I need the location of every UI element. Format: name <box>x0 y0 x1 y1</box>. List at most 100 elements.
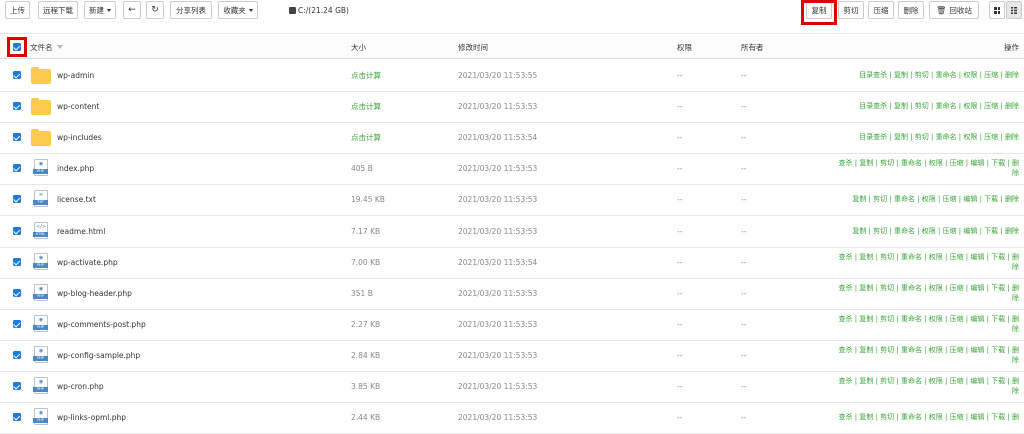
share-list-button[interactable]: 分享列表 <box>170 1 212 19</box>
row-actions-line1[interactable]: 查杀 | 复制 | 剪切 | 重命名 | 权限 | 压缩 | 编辑 | 下载 |… <box>839 412 1019 422</box>
file-perm-text: -- <box>677 195 683 204</box>
row-actions-line2[interactable]: 除 <box>839 324 1019 334</box>
row-actions[interactable]: 查杀 | 复制 | 剪切 | 重命名 | 权限 | 压缩 | 编辑 | 下载 |… <box>839 314 1019 334</box>
row-actions-line1[interactable]: 查杀 | 复制 | 剪切 | 重命名 | 权限 | 压缩 | 编辑 | 下载 |… <box>839 345 1019 355</box>
header-name-label: 文件名 <box>30 42 53 52</box>
table-row[interactable]: ◉ PHP wp-links-opml.php 2.44 KB 2021/03/20 1… <box>0 402 1024 434</box>
file-name[interactable]: wp-config-sample.php <box>57 340 140 371</box>
caret-down-icon <box>248 8 253 12</box>
row-actions[interactable]: 查杀 | 复制 | 剪切 | 重命名 | 权限 | 压缩 | 编辑 | 下载 |… <box>839 345 1019 365</box>
header-size[interactable]: 大小 <box>351 36 366 58</box>
table-row[interactable]: ◉ PHP wp-config-sample.php 2.84 KB 2021/03/2… <box>0 340 1024 372</box>
recycle-bin-button[interactable]: 🗑 回收站 <box>929 1 979 19</box>
row-actions-line2[interactable]: 除 <box>839 168 1019 178</box>
row-actions[interactable]: 复制 | 剪切 | 重命名 | 权限 | 压缩 | 编辑 | 下载 | 删除 <box>852 226 1019 236</box>
row-actions-line1[interactable]: 查杀 | 复制 | 剪切 | 重命名 | 权限 | 压缩 | 编辑 | 下载 |… <box>839 314 1019 324</box>
new-dropdown-button[interactable]: 新建 <box>84 1 116 19</box>
file-name[interactable]: license.txt <box>57 184 96 215</box>
file-size[interactable]: 点击计算 <box>351 122 381 153</box>
table-row[interactable]: wp-includes 点击计算 2021/03/20 11:53:54 -- -- 目录… <box>0 122 1024 154</box>
row-checkbox[interactable] <box>13 258 21 266</box>
row-actions[interactable]: 目录查杀 | 复制 | 剪切 | 重命名 | 权限 | 压缩 | 删除 <box>859 70 1019 80</box>
row-actions-line1[interactable]: 查杀 | 复制 | 剪切 | 重命名 | 权限 | 压缩 | 编辑 | 下载 |… <box>839 283 1019 293</box>
header-mtime[interactable]: 修改时间 <box>458 36 488 58</box>
row-actions-line1[interactable]: 查杀 | 复制 | 剪切 | 重命名 | 权限 | 压缩 | 编辑 | 下载 |… <box>839 376 1019 386</box>
refresh-button[interactable]: ↻ <box>146 1 164 19</box>
row-checkbox[interactable] <box>13 320 21 328</box>
table-row[interactable]: wp-content 点击计算 2021/03/20 11:53:53 -- -- 目录查… <box>0 91 1024 123</box>
row-actions[interactable]: 查杀 | 复制 | 剪切 | 重命名 | 权限 | 压缩 | 编辑 | 下载 |… <box>839 283 1019 303</box>
row-actions-line1[interactable]: 目录查杀 | 复制 | 剪切 | 重命名 | 权限 | 压缩 | 删除 <box>859 70 1019 80</box>
file-name[interactable]: wp-links-opml.php <box>57 402 126 433</box>
table-row[interactable]: ◉ PHP wp-cron.php 3.85 KB 2021/03/20 11:53:5… <box>0 371 1024 403</box>
row-actions-line2[interactable]: 除 <box>839 355 1019 365</box>
list-view-button[interactable] <box>1006 1 1022 19</box>
row-checkbox[interactable] <box>13 227 21 235</box>
grid-view-button[interactable] <box>989 1 1005 19</box>
row-checkbox[interactable] <box>13 351 21 359</box>
table-row[interactable]: ◉ PHP wp-activate.php 7.00 KB 2021/03/20 11:… <box>0 247 1024 279</box>
row-actions[interactable]: 查杀 | 复制 | 剪切 | 重命名 | 权限 | 压缩 | 编辑 | 下载 |… <box>839 252 1019 272</box>
table-row[interactable]: ◉ PHP index.php 405 B 2021/03/20 11:53:53 -- -… <box>0 153 1024 185</box>
favorites-dropdown-button[interactable]: 收藏夹 <box>218 1 258 19</box>
table-row[interactable]: </> HTML readme.html 7.17 KB 2021/03/20 11:5… <box>0 216 1024 248</box>
row-actions[interactable]: 目录查杀 | 复制 | 剪切 | 重命名 | 权限 | 压缩 | 删除 <box>859 101 1019 111</box>
row-actions-line1[interactable]: 复制 | 剪切 | 重命名 | 权限 | 压缩 | 编辑 | 下载 | 删除 <box>852 226 1019 236</box>
row-actions-line2[interactable]: 除 <box>839 262 1019 272</box>
file-php-icon: ◉ PHP <box>33 284 48 301</box>
row-checkbox[interactable] <box>13 195 21 203</box>
row-checkbox[interactable] <box>13 133 21 141</box>
row-checkbox[interactable] <box>13 102 21 110</box>
row-checkbox[interactable] <box>13 289 21 297</box>
row-checkbox[interactable] <box>13 382 21 390</box>
file-size[interactable]: 点击计算 <box>351 91 381 122</box>
row-actions-line1[interactable]: 查杀 | 复制 | 剪切 | 重命名 | 权限 | 压缩 | 编辑 | 下载 |… <box>839 252 1019 262</box>
row-actions[interactable]: 查杀 | 复制 | 剪切 | 重命名 | 权限 | 压缩 | 编辑 | 下载 |… <box>839 376 1019 396</box>
file-name[interactable]: wp-admin <box>57 60 94 91</box>
file-name[interactable]: readme.html <box>57 216 105 247</box>
row-actions-line1[interactable]: 复制 | 剪切 | 重命名 | 权限 | 压缩 | 编辑 | 下载 | 删除 <box>852 194 1019 204</box>
file-mtime-text: 2021/03/20 11:53:53 <box>458 102 538 111</box>
row-actions-line1[interactable]: 查杀 | 复制 | 剪切 | 重命名 | 权限 | 压缩 | 编辑 | 下载 |… <box>839 158 1019 168</box>
table-row[interactable]: ◉ PHP wp-comments-post.php 2.27 KB 2021/03/2… <box>0 309 1024 341</box>
file-name[interactable]: wp-cron.php <box>57 371 104 402</box>
row-checkbox[interactable] <box>13 413 21 421</box>
row-actions-line1[interactable]: 目录查杀 | 复制 | 剪切 | 重命名 | 权限 | 压缩 | 删除 <box>859 101 1019 111</box>
file-name[interactable]: wp-blog-header.php <box>57 278 132 309</box>
row-actions[interactable]: 目录查杀 | 复制 | 剪切 | 重命名 | 权限 | 压缩 | 删除 <box>859 132 1019 142</box>
file-mtime-text: 2021/03/20 11:53:55 <box>458 71 538 80</box>
header-ops-label: 操作 <box>1004 42 1019 52</box>
file-size[interactable]: 点击计算 <box>351 60 381 91</box>
upload-button[interactable]: 上传 <box>5 1 30 19</box>
file-name[interactable]: wp-includes <box>57 122 102 153</box>
back-button[interactable]: ← <box>123 1 141 19</box>
file-owner-text: -- <box>741 413 747 422</box>
table-row[interactable]: ◉ PHP wp-blog-header.php 351 B 2021/03/20 11… <box>0 278 1024 310</box>
file-name[interactable]: index.php <box>57 153 94 184</box>
table-row[interactable]: wp-admin 点击计算 2021/03/20 11:53:55 -- -- 目录查杀 … <box>0 60 1024 92</box>
row-actions-line2[interactable]: 除 <box>839 293 1019 303</box>
compress-button[interactable]: 压缩 <box>868 1 894 19</box>
table-row[interactable]: ≡ TXT license.txt 19.45 KB 2021/03/20 11:53:… <box>0 184 1024 216</box>
file-owner-text: -- <box>741 289 747 298</box>
file-size-text: 19.45 KB <box>351 195 385 204</box>
row-checkbox[interactable] <box>13 71 21 79</box>
file-name[interactable]: wp-content <box>57 91 99 122</box>
file-name[interactable]: wp-comments-post.php <box>57 309 146 340</box>
row-actions-line2[interactable]: 除 <box>839 386 1019 396</box>
cut-button[interactable]: 剪切 <box>838 1 864 19</box>
row-actions-line1[interactable]: 目录查杀 | 复制 | 剪切 | 重命名 | 权限 | 压缩 | 删除 <box>859 132 1019 142</box>
remote-download-button[interactable]: 远程下载 <box>38 1 78 19</box>
header-name[interactable]: 文件名 <box>30 36 63 58</box>
file-size: 2.27 KB <box>351 309 380 340</box>
row-actions[interactable]: 查杀 | 复制 | 剪切 | 重命名 | 权限 | 压缩 | 编辑 | 下载 |… <box>839 412 1019 422</box>
file-name[interactable]: wp-activate.php <box>57 247 118 278</box>
file-size-text: 2.84 KB <box>351 351 381 360</box>
file-perm-text: -- <box>677 258 683 267</box>
row-actions[interactable]: 复制 | 剪切 | 重命名 | 权限 | 压缩 | 编辑 | 下载 | 删除 <box>852 194 1019 204</box>
delete-button[interactable]: 删除 <box>898 1 924 19</box>
row-actions[interactable]: 查杀 | 复制 | 剪切 | 重命名 | 权限 | 压缩 | 编辑 | 下载 |… <box>839 158 1019 178</box>
row-checkbox[interactable] <box>13 164 21 172</box>
file-mtime-text: 2021/03/20 11:53:53 <box>458 351 538 360</box>
current-path[interactable]: C:/(21.24 GB) <box>289 1 349 19</box>
